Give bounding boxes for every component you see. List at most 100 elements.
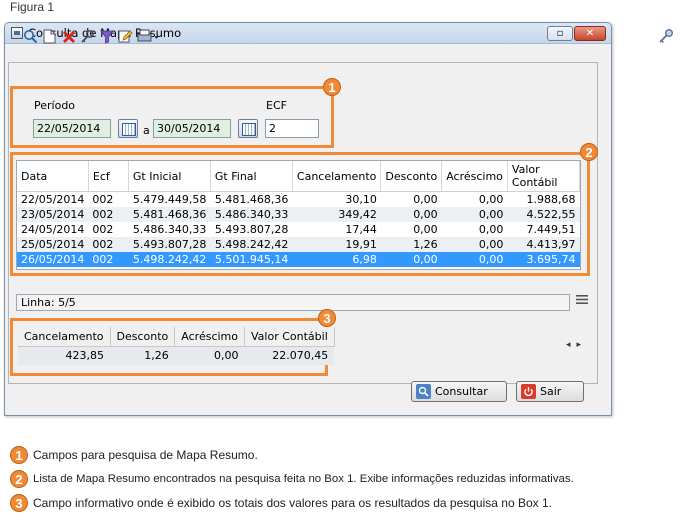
- table-cell: 002: [92, 222, 114, 236]
- table-cell: 0,00: [441, 236, 508, 252]
- table-cell: 4.522,55: [507, 206, 580, 222]
- magnifier-icon[interactable]: [22, 28, 39, 45]
- legend-item-1: 1 Campos para pesquisa de Mapa Resumo.: [10, 446, 258, 464]
- ecf-input[interactable]: [265, 119, 319, 138]
- consultar-label: Consultar: [435, 385, 488, 398]
- table-row[interactable]: 23/05/2014 002 5.481.468,36 5.486.340,33 349…: [17, 206, 580, 222]
- toolbar: [22, 28, 162, 45]
- total-cancelamento: 423,85: [18, 346, 111, 365]
- total-desconto: 1,26: [110, 346, 175, 365]
- menu-lines-icon[interactable]: [576, 294, 588, 309]
- search-icon: [416, 384, 431, 399]
- table-cell: 17,44: [345, 222, 377, 236]
- legend-badge-2: 2: [10, 470, 28, 488]
- badge-1: 1: [323, 78, 341, 96]
- calendar-from-button[interactable]: [118, 119, 138, 138]
- table-cell: 5.486.340,33: [210, 206, 293, 222]
- legend-text-1: Campos para pesquisa de Mapa Resumo.: [33, 448, 258, 462]
- col-header-valor-contabil[interactable]: Valor Contábil: [507, 161, 581, 192]
- table-cell: 23/05/2014: [17, 206, 89, 222]
- figure-caption: Figura 1: [10, 0, 55, 14]
- date-to-input[interactable]: [153, 119, 231, 138]
- badge-3: 3: [318, 309, 336, 327]
- new-document-icon[interactable]: [41, 28, 58, 45]
- restore-button[interactable]: ▫: [547, 25, 573, 41]
- periodo-label: Período: [34, 99, 76, 112]
- table-cell: 19,91: [292, 236, 381, 252]
- key-search-icon[interactable]: [79, 28, 96, 45]
- table-cell: 26/05/2014: [17, 251, 89, 267]
- table-row[interactable]: 25/05/2014 002 5.493.807,28 5.498.242,42 19,…: [17, 236, 580, 252]
- table-cell: 349,42: [292, 206, 381, 222]
- col-header-acrescimo[interactable]: Acréscimo: [441, 161, 508, 192]
- table-cell: 0,00: [478, 192, 504, 206]
- table-cell: 25/05/2014: [17, 236, 89, 252]
- totals-header-acrescimo: Acréscimo: [174, 327, 245, 347]
- col-header-gt-inicial[interactable]: Gt Inicial: [128, 161, 211, 192]
- table-cell: 3.695,74: [507, 251, 580, 267]
- ecf-label: ECF: [266, 99, 287, 112]
- table-cell: 002: [92, 192, 114, 206]
- sair-button[interactable]: Sair: [516, 381, 584, 402]
- totals-header-desconto: Desconto: [110, 327, 176, 347]
- consultar-button[interactable]: Consultar: [411, 381, 507, 402]
- col-header-gt-final[interactable]: Gt Final: [210, 161, 293, 192]
- sair-label: Sair: [540, 385, 562, 398]
- legend-badge-1: 1: [10, 446, 28, 464]
- scroll-arrows[interactable]: ◂▸: [566, 340, 587, 350]
- table-cell: 0,00: [380, 206, 442, 222]
- table-cell: 1.988,68: [526, 192, 576, 206]
- close-button[interactable]: ✕: [574, 25, 606, 41]
- table-cell: 002: [88, 251, 129, 267]
- table-cell: 0,00: [478, 222, 504, 236]
- table-cell: 5.498.242,42: [128, 251, 211, 267]
- print-dropdown-icon[interactable]: [136, 28, 160, 45]
- calendar-to-button[interactable]: [238, 119, 258, 138]
- table-cell: 5.481.468,36: [214, 192, 289, 206]
- table-cell: 0,00: [413, 222, 438, 236]
- col-header-ecf[interactable]: Ecf: [88, 161, 129, 192]
- highlight-box-1: [10, 86, 334, 148]
- total-acrescimo: 0,00: [174, 346, 245, 365]
- table-row[interactable]: 22/05/2014 002 5.479.449,58 5.481.468,36 30,…: [17, 192, 580, 207]
- table-row[interactable]: 26/05/2014 002 5.498.242,42 5.501.945,14 6,9…: [17, 251, 580, 267]
- table-cell: 0,00: [380, 251, 442, 267]
- table-cell: 5.501.945,14: [210, 251, 293, 267]
- table-cell: 002: [88, 236, 129, 252]
- table-cell: 0,00: [413, 192, 438, 206]
- table-cell: 24/05/2014: [21, 222, 85, 236]
- col-header-desconto[interactable]: Desconto: [380, 161, 443, 192]
- status-bar: Linha: 5/5: [16, 294, 570, 311]
- table-cell: 0,00: [441, 251, 508, 267]
- total-valor-contabil: 22.070,45: [244, 346, 335, 365]
- table-cell: 5.493.807,28: [214, 222, 289, 236]
- totals-panel: Cancelamento Desconto Acréscimo Valor Co…: [18, 327, 335, 365]
- legend-badge-3: 3: [10, 494, 28, 512]
- table-cell: 30,10: [345, 192, 377, 206]
- scroll-right-arrow[interactable]: ▸: [577, 340, 588, 350]
- power-icon: [521, 384, 536, 399]
- legend-text-3: Campo informativo onde é exibido os tota…: [33, 496, 552, 510]
- date-from-input[interactable]: [33, 119, 111, 138]
- table-cell: 5.486.340,33: [132, 222, 207, 236]
- table-row[interactable]: 24/05/2014 002 5.486.340,33 5.493.807,28 17,…: [17, 222, 580, 237]
- legend-text-2: Lista de Mapa Resumo encontrados na pesq…: [33, 473, 574, 485]
- key-icon[interactable]: [658, 28, 674, 48]
- col-header-data[interactable]: Data: [17, 161, 89, 192]
- totals-header-valor-contabil: Valor Contábil: [244, 327, 335, 347]
- table-cell: 22/05/2014: [21, 192, 85, 206]
- edit-pencil-icon[interactable]: [117, 28, 134, 45]
- table-cell: 7.449,51: [526, 222, 576, 236]
- filter-funnel-icon[interactable]: [98, 28, 115, 45]
- table-cell: 5.493.807,28: [128, 236, 211, 252]
- date-separator: a: [143, 124, 150, 137]
- totals-header-cancelamento: Cancelamento: [18, 327, 111, 347]
- table-cell: 002: [88, 206, 129, 222]
- results-grid[interactable]: Data Ecf Gt Inicial Gt Final Cancelament…: [16, 160, 581, 270]
- col-header-cancelamento[interactable]: Cancelamento: [292, 161, 382, 192]
- table-cell: 1,26: [380, 236, 442, 252]
- table-cell: 5.498.242,42: [210, 236, 293, 252]
- legend-item-3: 3 Campo informativo onde é exibido os to…: [10, 494, 552, 512]
- scroll-left-arrow[interactable]: ◂: [566, 340, 577, 350]
- delete-x-icon[interactable]: [60, 28, 77, 45]
